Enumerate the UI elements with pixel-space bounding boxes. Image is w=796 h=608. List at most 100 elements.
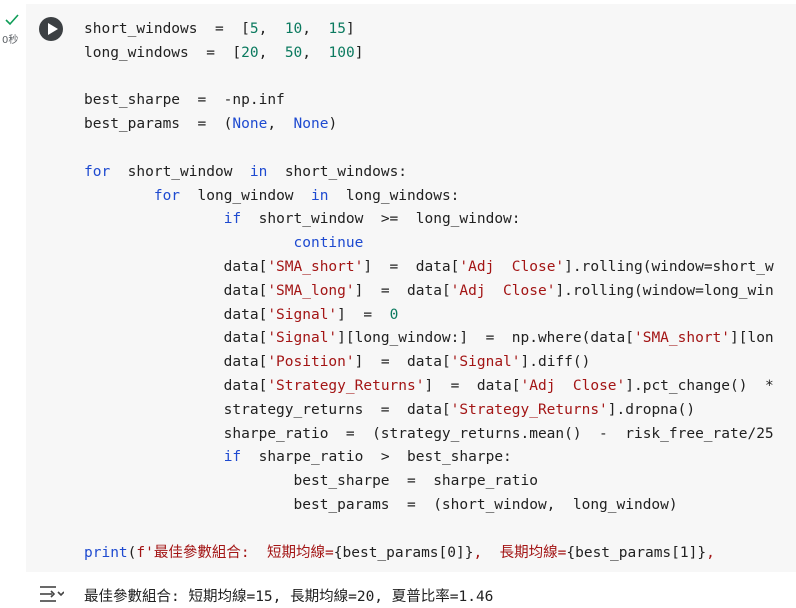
code-token: long_window [180,187,311,204]
code-token: 'Adj Close' [520,377,626,394]
code-token: if [223,211,242,228]
code-token: ] = [337,306,390,323]
code-token: 'Position' [267,354,355,371]
code-token: short_windows: [267,163,408,180]
code-token: best_sharpe = -np.inf [84,92,285,109]
code-line[interactable] [84,66,774,90]
code-token: short_windows = [ [84,21,250,37]
cell-output: 最佳參數組合: 短期均線=15, 長期均線=20, 夏普比率=1.46 [26,572,796,608]
code-line[interactable]: data['Signal'][long_window:] = np.where(… [84,327,774,351]
code-token: ].rolling(window=long_win [555,282,774,299]
code-line[interactable]: best_sharpe = sharpe_ratio [84,470,774,494]
play-icon [48,23,58,35]
code-token: ].rolling(window=short_w [564,258,774,275]
code-token: ].dropna() [607,401,696,418]
notebook-view: 0秒 short_windows = [5, 10, 15] long_windo… [0,0,796,608]
code-token: if [223,449,242,466]
code-token: , [267,116,294,133]
code-token: data[ [84,282,268,299]
code-line[interactable]: for short_window in short_windows: [84,161,774,185]
code-token: f'最佳參數組合: 短期均線= [136,544,334,561]
code-token: 'Strategy_Returns' [450,401,608,418]
code-token: 'Signal' [450,354,521,371]
code-token: {best_params[0]} [333,544,474,561]
code-token: 100 [328,44,355,61]
code-token: best_params = (short_window, long_window… [84,496,678,513]
code-line[interactable]: long_windows = [20, 50, 100] [84,42,774,66]
code-content[interactable]: short_windows = [5, 10, 15] long_windows … [84,18,774,565]
code-line[interactable]: best_params = (short_window, long_window… [84,494,774,518]
code-token: short_window >= long_window: [241,211,521,228]
code-cell[interactable]: short_windows = [5, 10, 15] long_windows … [26,4,796,608]
code-line[interactable]: continue [84,232,774,256]
code-token: strategy_returns = data[ [84,401,451,418]
code-token: continue [293,235,364,252]
code-token: ] = data[ [363,258,460,275]
code-token: 'Strategy_Returns' [267,377,425,394]
code-line[interactable]: sharpe_ratio = (strategy_returns.mean() … [84,423,774,447]
code-token: data[ [84,330,268,347]
code-token: data[ [84,306,268,323]
output-toggle-icon[interactable] [38,584,64,604]
code-token: 'SMA_short' [633,330,731,347]
code-line[interactable]: best_params = (None, None) [84,113,774,137]
cell-gutter: 0秒 [0,0,26,608]
check-icon [5,14,19,26]
code-editor[interactable]: short_windows = [5, 10, 15] long_windows … [76,4,796,572]
code-token: ] [345,21,355,37]
code-token: for [84,163,111,180]
code-token: in [311,187,329,204]
code-token: ].diff() [520,354,591,371]
code-token: {best_params[1]} [566,544,707,561]
code-token: data[ [84,377,268,394]
code-token: 10 [284,21,303,37]
code-line[interactable]: if short_window >= long_window: [84,208,774,232]
code-token: data[ [84,258,268,275]
code-token: long_windows: [328,187,460,204]
code-token: None [293,116,329,133]
code-line[interactable]: data['Position'] = data['Signal'].diff() [84,351,774,375]
code-line[interactable]: data['Signal'] = 0 [84,304,774,328]
code-token: best_params = ( [84,116,233,133]
code-token: 0 [389,306,399,323]
code-token: best_sharpe = sharpe_ratio [84,473,538,490]
code-line[interactable]: data['SMA_short'] = data['Adj Close'].ro… [84,256,774,280]
code-token: short_window [110,163,250,180]
code-token: for [153,187,181,204]
code-line[interactable] [84,518,774,542]
code-line[interactable]: data['SMA_long'] = data['Adj Close'].rol… [84,280,774,304]
code-token: 'Adj Close' [450,282,556,299]
run-cell-button[interactable] [39,17,63,41]
code-token: sharpe_ratio > best_sharpe: [241,449,512,466]
output-text: 最佳參數組合: 短期均線=15, 長期均線=20, 夏普比率=1.46 [84,589,494,605]
code-token: 5 [249,21,259,37]
execution-time: 0秒 [2,35,19,46]
code-token: sharpe_ratio = (strategy_returns.mean() … [84,425,774,442]
code-token: 'SMA_long' [267,282,355,299]
code-line[interactable]: data['Strategy_Returns'] = data['Adj Clo… [84,375,774,399]
code-token: ] = data[ [354,354,451,371]
code-token: 'Signal' [267,330,338,347]
code-token: 50 [284,44,303,61]
code-token: print [84,544,128,561]
code-token: data[ [84,354,268,371]
code-line[interactable]: print(f'最佳參數組合: 短期均線={best_params[0]}, 長… [84,542,774,566]
code-token: 20 [241,44,259,61]
code-token: ) [328,116,338,133]
code-line[interactable] [84,137,774,161]
code-token: long_windows = [ [84,44,242,61]
code-token: , [258,44,285,61]
code-token: ].pct_change() * [625,377,774,394]
code-token: , [258,21,285,37]
code-line[interactable]: if sharpe_ratio > best_sharpe: [84,446,774,470]
code-line[interactable]: strategy_returns = data['Strategy_Return… [84,399,774,423]
code-line[interactable]: best_sharpe = -np.inf [84,89,774,113]
code-line[interactable]: for long_window in long_windows: [84,185,774,209]
code-line[interactable]: short_windows = [5, 10, 15] [84,18,774,42]
code-token: 'Adj Close' [459,258,565,275]
code-token: , [706,544,733,561]
